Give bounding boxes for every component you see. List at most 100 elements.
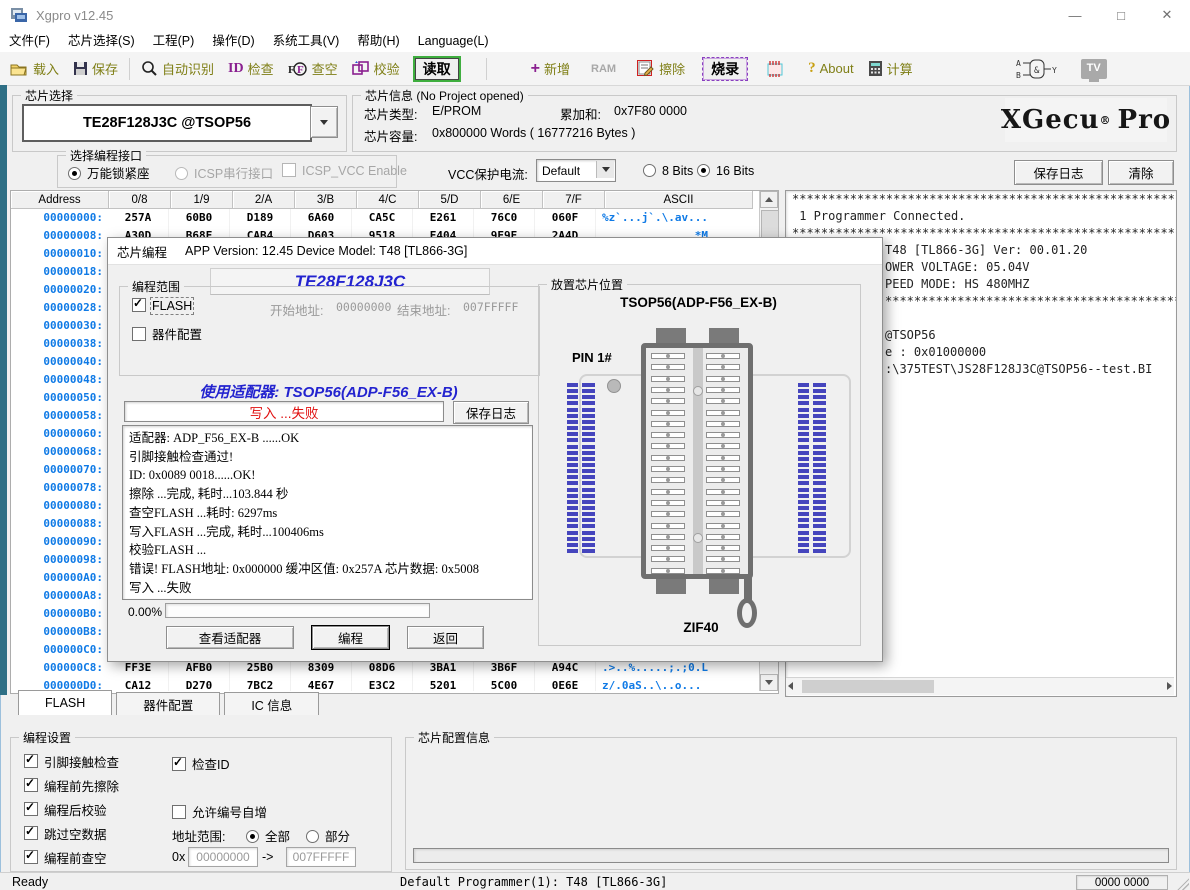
save-log-button[interactable]: 保存日志 (1014, 160, 1103, 185)
hex-cell[interactable]: 257A (108, 209, 169, 227)
hex-cell[interactable]: 60B0 (169, 209, 230, 227)
tv-button[interactable]: TV (1081, 59, 1107, 79)
setting-checkbox[interactable]: 引脚接触检查 (24, 754, 119, 768)
bits16-radio[interactable]: 16 Bits (697, 164, 754, 178)
menu-item[interactable]: 文件(F) (0, 30, 59, 52)
hex-cell[interactable]: 5201 (413, 677, 474, 691)
setting-checkbox[interactable]: 编程后校验 (24, 802, 119, 816)
hex-cell[interactable]: 4E67 (291, 677, 352, 691)
menu-item[interactable]: 系统工具(V) (264, 30, 349, 52)
socket-slot (706, 398, 740, 404)
menu-item[interactable]: 芯片选择(S) (59, 30, 144, 52)
hex-cell[interactable]: 5C00 (474, 677, 535, 691)
hex-cell[interactable]: CA5C (352, 209, 413, 227)
minimize-button[interactable]: — (1052, 0, 1098, 30)
pin-bar (567, 537, 578, 541)
socket-slot (651, 523, 685, 529)
socket-slot (651, 376, 685, 382)
pin-bar (582, 426, 595, 430)
program-button[interactable]: 编程 (312, 626, 389, 649)
about-button[interactable]: ? About (808, 60, 853, 77)
pin-bar (798, 414, 809, 418)
addr-to-input[interactable]: 007FFFFF (286, 847, 356, 867)
setting-checkbox[interactable]: 编程前查空 (24, 850, 119, 864)
chip-select-dropdown-button[interactable] (310, 106, 338, 138)
hex-cell[interactable]: D270 (169, 677, 230, 691)
flash-checkbox[interactable]: FLASH (132, 298, 192, 313)
load-button[interactable]: 载入 (10, 59, 59, 78)
socket-radio[interactable]: 万能锁紧座 (68, 163, 150, 182)
menu-item[interactable]: 工程(P) (144, 30, 204, 52)
tab-2[interactable]: 器件配置 (116, 692, 220, 715)
auto-identify-button[interactable]: 自动识别 (141, 59, 214, 78)
verify-button[interactable]: 校验 (352, 59, 400, 78)
clear-button[interactable]: 清除 (1108, 160, 1174, 185)
hex-cell[interactable]: 060F (535, 209, 596, 227)
hex-address: 00000048: (11, 371, 108, 389)
dialog-title-bar[interactable]: 芯片编程 APP Version: 12.45 Device Model: T4… (108, 238, 882, 265)
hex-cell[interactable]: 7BC2 (230, 677, 291, 691)
hex-address: 00000020: (11, 281, 108, 299)
maximize-button[interactable]: □ (1098, 0, 1144, 30)
scroll-left-icon[interactable] (788, 682, 793, 690)
setting-checkbox[interactable]: 跳过空数据 (24, 826, 119, 840)
menu-item[interactable]: 帮助(H) (348, 30, 408, 52)
burn-button[interactable]: 烧录 (702, 57, 748, 81)
back-button[interactable]: 返回 (407, 626, 484, 649)
pin-bar (582, 537, 595, 541)
hex-row[interactable]: 000000D0:CA12D2707BC24E67E3C252015C000E6… (11, 677, 758, 691)
bits8-radio[interactable]: 8 Bits (643, 164, 693, 178)
pin-bar (567, 432, 578, 436)
addr-all-radio[interactable]: 全部 (246, 826, 290, 845)
pin-bar (582, 445, 595, 449)
scroll-right-icon[interactable] (1167, 682, 1172, 690)
hex-cell[interactable]: CA12 (108, 677, 169, 691)
socket-slot (651, 511, 685, 517)
add-button[interactable]: + 新增 (531, 59, 570, 78)
dialog-log-line: 错误! FLASH地址: 0x000000 缓冲区值: 0x257A 芯片数据:… (129, 560, 532, 579)
socket-slot (706, 534, 740, 540)
hex-cell[interactable]: 76C0 (474, 209, 535, 227)
tab-bar: FLASH器件配置IC 信息 (18, 692, 323, 714)
dialog-save-log-button[interactable]: 保存日志 (453, 401, 529, 424)
tab-1[interactable]: FLASH (18, 690, 112, 715)
tab-3[interactable]: IC 信息 (224, 692, 319, 715)
read-button[interactable]: 读取 (413, 56, 461, 82)
chip-select-combo[interactable]: TE28F128J3C @TSOP56 (22, 104, 312, 142)
hex-cell[interactable]: 6A60 (291, 209, 352, 227)
addr-part-radio[interactable]: 部分 (306, 826, 350, 845)
socket-slot (651, 466, 685, 472)
menu-item[interactable]: Language(L) (409, 30, 498, 52)
device-config-checkbox[interactable]: 器件配置 (132, 324, 202, 343)
pin-bar (582, 500, 595, 504)
device-log-hscrollbar[interactable] (786, 677, 1174, 695)
socket-slot (651, 534, 685, 540)
scroll-down-button[interactable] (760, 674, 778, 691)
resize-grip[interactable] (1177, 878, 1189, 890)
setting-checkbox[interactable]: 编程前先擦除 (24, 778, 119, 792)
scroll-up-button[interactable] (760, 191, 778, 208)
close-button[interactable]: ✕ (1144, 0, 1190, 30)
hex-cell[interactable]: 0E6E (535, 677, 596, 691)
hex-cell[interactable]: E261 (413, 209, 474, 227)
hex-cell[interactable]: D189 (230, 209, 291, 227)
auto-increment-checkbox[interactable]: 允许编号自增 (172, 802, 267, 821)
save-button[interactable]: 保存 (73, 59, 118, 78)
logic-gate-button[interactable]: A B & Y (1016, 57, 1060, 81)
check-id-button[interactable]: ID 检查 (228, 59, 274, 78)
calculator-button[interactable]: 计算 (868, 59, 913, 78)
pin-bar (582, 494, 595, 498)
vcc-select[interactable]: Default (536, 159, 616, 182)
view-adapter-button[interactable]: 查看适配器 (166, 626, 294, 649)
chip-icon-button[interactable] (765, 60, 785, 78)
erase-button[interactable]: 擦除 (637, 59, 685, 78)
hex-row[interactable]: 00000000:257A60B0D1896A60CA5CE26176C0060… (11, 209, 758, 227)
scrollbar-thumb[interactable] (802, 680, 934, 693)
chevron-down-icon[interactable] (596, 161, 614, 178)
menu-item[interactable]: 操作(D) (203, 30, 263, 52)
addr-from-input[interactable]: 00000000 (188, 847, 258, 867)
blank-check-button[interactable]: FF 查空 (288, 59, 338, 78)
checkbox-icon (132, 298, 146, 312)
hex-cell[interactable]: E3C2 (352, 677, 413, 691)
check-id-checkbox[interactable]: 检查ID (172, 754, 230, 773)
